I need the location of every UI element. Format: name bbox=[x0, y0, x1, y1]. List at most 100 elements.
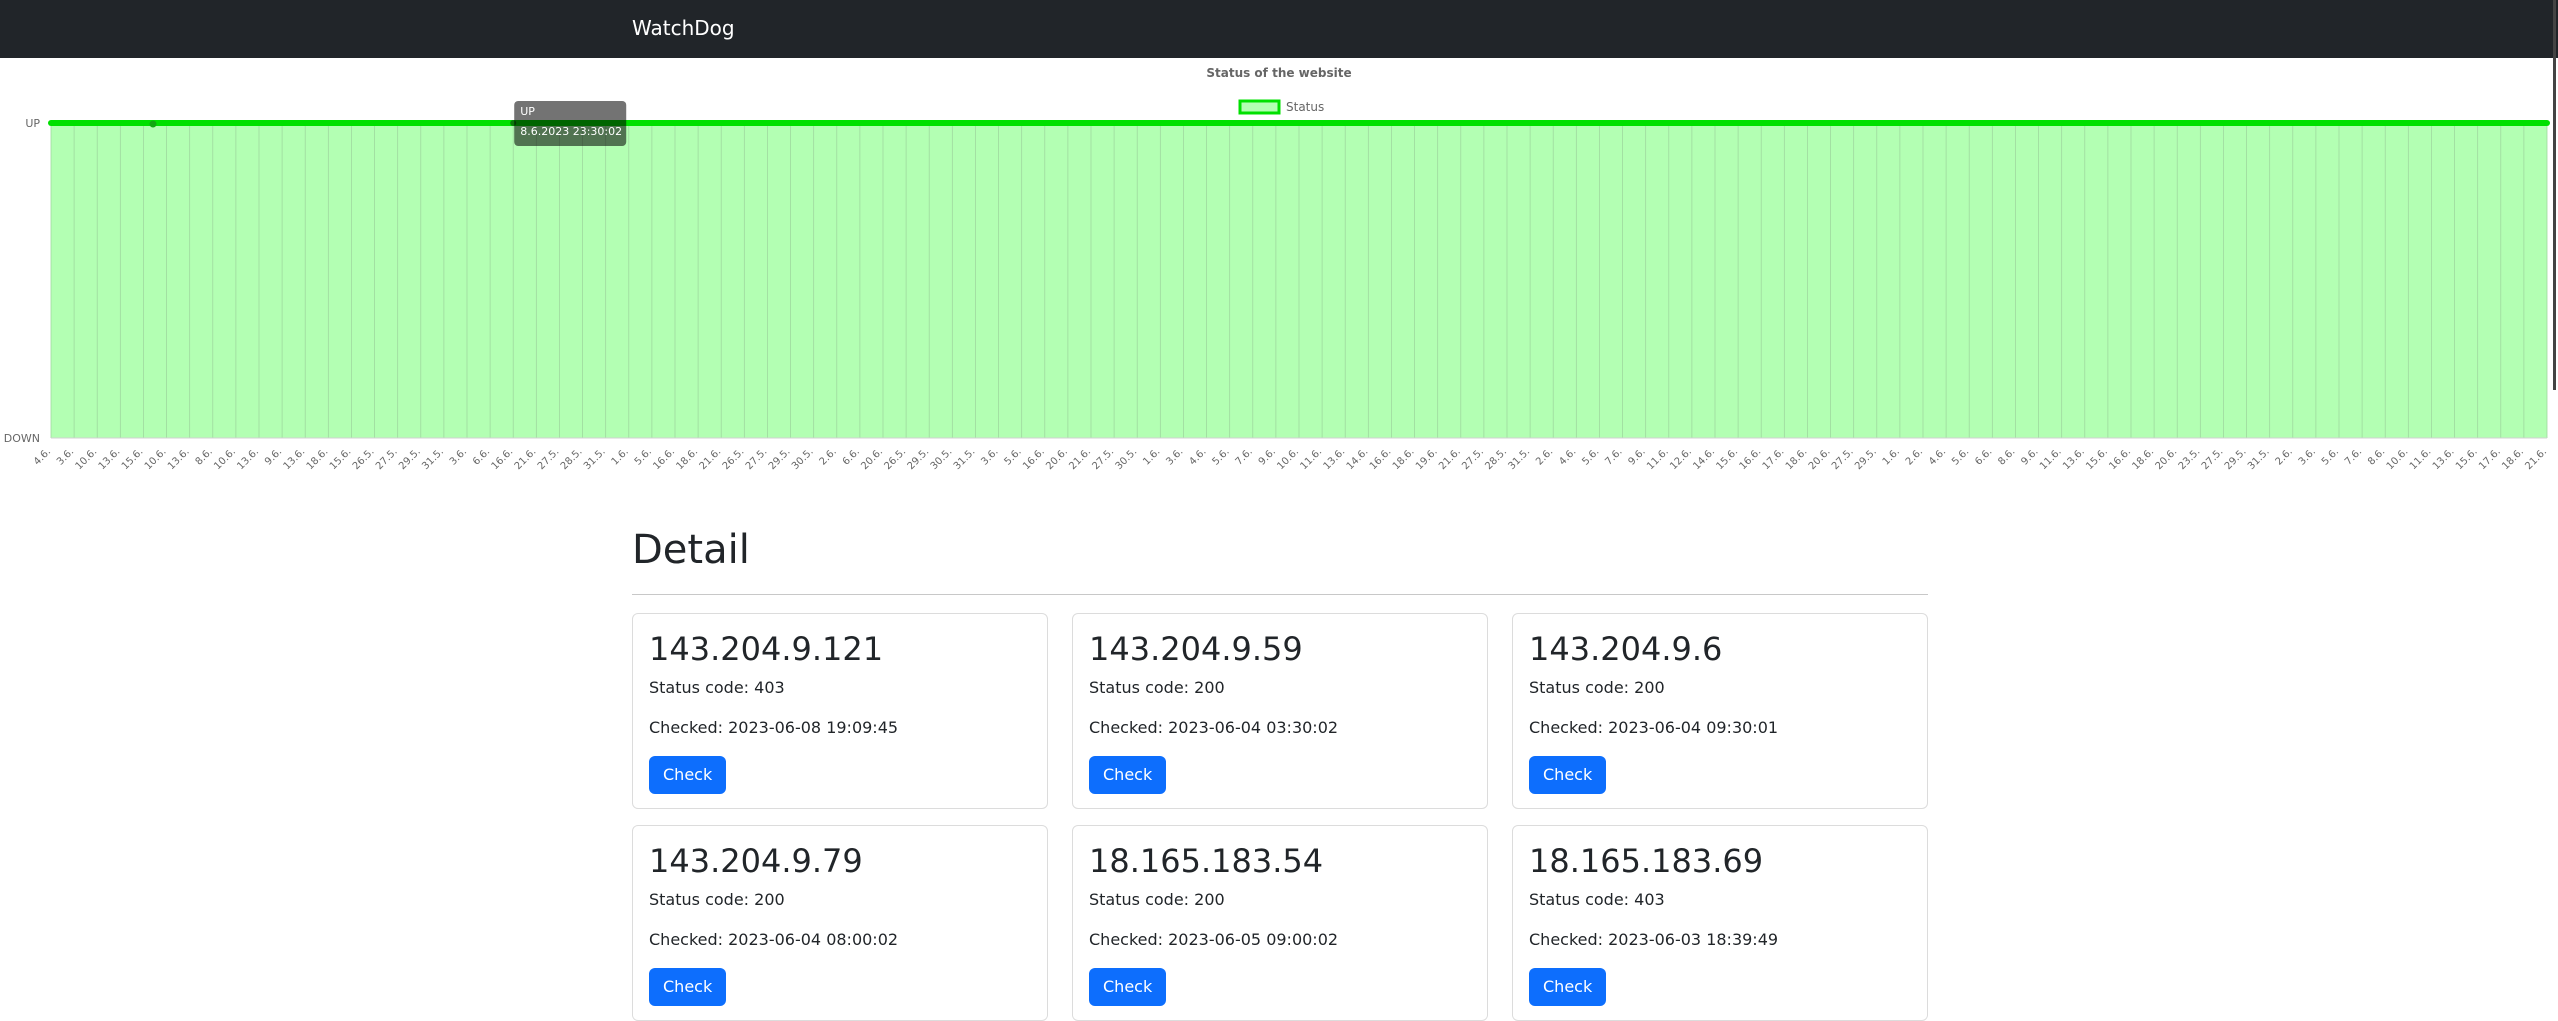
x-tick-label: 3.6. bbox=[979, 446, 1000, 467]
x-tick-label: 10.6. bbox=[143, 446, 169, 472]
x-tick-label: 2.6. bbox=[1534, 446, 1555, 467]
x-tick-label: 29.5. bbox=[397, 446, 423, 472]
x-tick-label: 5.6. bbox=[1211, 446, 1232, 467]
check-button[interactable]: Check bbox=[649, 968, 727, 1006]
page-scrollbar[interactable] bbox=[2553, 0, 2556, 390]
y-tick-label-up: UP bbox=[25, 117, 40, 130]
x-tick-label: 13.6. bbox=[235, 446, 261, 472]
x-tick-label: 11.6. bbox=[1645, 446, 1671, 472]
checked-time-text: Checked: 2023-06-04 09:30:01 bbox=[1529, 718, 1779, 737]
x-tick-label: 7.6. bbox=[1603, 446, 1624, 467]
x-tick-label: 21.6. bbox=[2523, 446, 2549, 472]
x-tick-label: 20.6. bbox=[1044, 446, 1070, 472]
checked-time-text: Checked: 2023-06-05 09:00:02 bbox=[1089, 930, 1339, 949]
x-tick-label: 15.6. bbox=[2084, 446, 2110, 472]
x-tick-label: 18.6. bbox=[674, 446, 700, 472]
status-code-text: Status code: 200 bbox=[649, 890, 785, 909]
x-tick-label: 27.5. bbox=[536, 446, 562, 472]
server-card-grid: 143.204.9.121 Status code: 403 Checked: … bbox=[632, 613, 1928, 1021]
x-tick-label: 1.6. bbox=[1141, 446, 1162, 467]
y-tick-label-down: DOWN bbox=[4, 432, 40, 445]
x-tick-label: 30.5. bbox=[929, 446, 955, 472]
x-tick-label: 18.6. bbox=[2130, 446, 2156, 472]
server-card: 18.165.183.69 Status code: 403 Checked: … bbox=[1512, 825, 1928, 1021]
x-tick-label: 27.5. bbox=[2200, 446, 2226, 472]
x-tick-label: 14.6. bbox=[1691, 446, 1717, 472]
x-tick-label: 30.5. bbox=[790, 446, 816, 472]
x-tick-label: 3.6. bbox=[2297, 446, 2318, 467]
chart-title: Status of the website bbox=[1206, 66, 1351, 80]
x-tick-label: 21.6. bbox=[513, 446, 539, 472]
checked-time-text: Checked: 2023-06-03 18:39:49 bbox=[1529, 930, 1779, 949]
x-tick-label: 6.6. bbox=[1973, 446, 1994, 467]
status-code-text: Status code: 200 bbox=[1529, 678, 1665, 697]
status-code-text: Status code: 403 bbox=[1529, 890, 1665, 909]
server-ip: 18.165.183.69 bbox=[1529, 842, 1764, 880]
check-button[interactable]: Check bbox=[1529, 968, 1607, 1006]
x-tick-label: 28.5. bbox=[1483, 446, 1509, 472]
x-tick-label: 11.6. bbox=[1298, 446, 1324, 472]
status-code-text: Status code: 200 bbox=[1089, 678, 1225, 697]
x-tick-label: 1.6. bbox=[1881, 446, 1902, 467]
x-tick-label: 27.5. bbox=[1830, 446, 1856, 472]
check-button[interactable]: Check bbox=[1089, 968, 1167, 1006]
x-tick-label: 29.5. bbox=[906, 446, 932, 472]
x-tick-label: 28.5. bbox=[559, 446, 585, 472]
server-ip: 18.165.183.54 bbox=[1089, 842, 1324, 880]
server-card: 143.204.9.6 Status code: 200 Checked: 20… bbox=[1512, 613, 1928, 809]
x-tick-label: 26.5. bbox=[351, 446, 377, 472]
checked-time-text: Checked: 2023-06-08 19:09:45 bbox=[649, 718, 899, 737]
x-tick-label: 19.6. bbox=[1414, 446, 1440, 472]
x-tick-label: 10.6. bbox=[212, 446, 238, 472]
x-tick-label: 7.6. bbox=[1234, 446, 1255, 467]
x-tick-label: 18.6. bbox=[2500, 446, 2526, 472]
x-tick-label: 13.6. bbox=[2061, 446, 2087, 472]
x-tick-label: 16.6. bbox=[651, 446, 677, 472]
x-tick-label: 12.6. bbox=[1668, 446, 1694, 472]
x-tick-label: 10.6. bbox=[1275, 446, 1301, 472]
x-tick-label: 26.5. bbox=[721, 446, 747, 472]
x-tick-label: 8.6. bbox=[1996, 446, 2017, 467]
checked-time-text: Checked: 2023-06-04 08:00:02 bbox=[649, 930, 899, 949]
brand-link[interactable]: WatchDog bbox=[632, 16, 735, 40]
x-tick-label: 3.6. bbox=[448, 446, 469, 467]
server-ip: 143.204.9.59 bbox=[1089, 630, 1303, 668]
x-tick-label: 4.6. bbox=[1187, 446, 1208, 467]
server-ip: 143.204.9.6 bbox=[1529, 630, 1723, 668]
x-tick-label: 16.6. bbox=[1368, 446, 1394, 472]
x-tick-label: 16.6. bbox=[2107, 446, 2133, 472]
x-tick-label: 13.6. bbox=[166, 446, 192, 472]
x-tick-label: 17.6. bbox=[2477, 446, 2503, 472]
check-button[interactable]: Check bbox=[1529, 756, 1607, 794]
x-tick-label: 4.6. bbox=[1557, 446, 1578, 467]
x-tick-label: 21.6. bbox=[1437, 446, 1463, 472]
x-tick-label: 29.5. bbox=[2223, 446, 2249, 472]
check-button[interactable]: Check bbox=[649, 756, 727, 794]
x-tick-label: 21.6. bbox=[1067, 446, 1093, 472]
x-tick-label: 13.6. bbox=[1322, 446, 1348, 472]
x-tick-label: 27.5. bbox=[1090, 446, 1116, 472]
status-chart-svg: UPDOWNStatus of the websiteStatus4.6. 3.6… bbox=[4, 66, 2550, 472]
x-tick-label: 15.6. bbox=[328, 446, 354, 472]
x-tick-label: 3.6. bbox=[1164, 446, 1185, 467]
x-tick-label: 20.6. bbox=[859, 446, 885, 472]
x-tick-label: 15.6. bbox=[120, 446, 146, 472]
x-tick-label: 14.6. bbox=[1345, 446, 1371, 472]
x-tick-label: 10.6. bbox=[2385, 446, 2411, 472]
status-code-text: Status code: 200 bbox=[1089, 890, 1225, 909]
checked-time-text: Checked: 2023-06-04 03:30:02 bbox=[1089, 718, 1339, 737]
x-tick-label: 29.5. bbox=[1853, 446, 1879, 472]
x-tick-label: 5.6. bbox=[1950, 446, 1971, 467]
x-tick-label: 27.5. bbox=[374, 446, 400, 472]
x-tick-label: 17.6. bbox=[1761, 446, 1787, 472]
x-tick-label: 4.6. bbox=[1927, 446, 1948, 467]
server-card: 143.204.9.121 Status code: 403 Checked: … bbox=[632, 613, 1048, 809]
x-tick-label: 31.5. bbox=[420, 446, 446, 472]
x-tick-label: 2.6. bbox=[1904, 446, 1925, 467]
legend-label: Status bbox=[1286, 100, 1324, 114]
x-tick-label: 20.6. bbox=[1807, 446, 1833, 472]
check-button[interactable]: Check bbox=[1089, 756, 1167, 794]
x-tick-label: 13.6. bbox=[282, 446, 308, 472]
x-tick-label: 18.6. bbox=[1391, 446, 1417, 472]
x-tick-label: 11.6. bbox=[2038, 446, 2064, 472]
